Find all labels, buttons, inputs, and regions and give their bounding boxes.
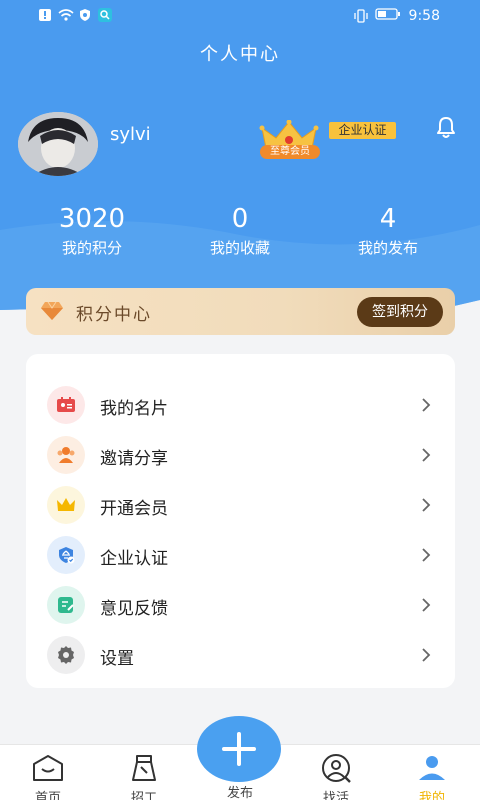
- username: sylvi: [110, 124, 151, 145]
- menu-item-settings[interactable]: 设置: [26, 630, 455, 680]
- enterprise-verify-icon: [47, 536, 85, 574]
- menu-card: 我的名片 邀请分享 开通会员 企业认证 意见反馈 设置: [26, 354, 455, 688]
- tab-label: 发布: [226, 786, 253, 800]
- find-job-icon: [322, 754, 351, 783]
- stat-posts[interactable]: 4 我的发布: [308, 205, 468, 258]
- menu-item-open-vip[interactable]: 开通会员: [26, 480, 455, 530]
- stat-value: 3020: [58, 204, 126, 234]
- chevron-right-icon: [421, 597, 431, 613]
- menu-item-business-card[interactable]: 我的名片: [26, 380, 455, 430]
- tab-label: 首页: [34, 791, 61, 800]
- tab-label: 我的: [418, 791, 445, 800]
- tab-recruit[interactable]: 招工: [114, 753, 174, 800]
- recruit-icon: [132, 755, 156, 781]
- chevron-right-icon: [421, 497, 431, 513]
- stat-value: 4: [379, 204, 397, 234]
- avatar[interactable]: [18, 112, 98, 176]
- gear-icon: [47, 636, 85, 674]
- plus-icon: [222, 732, 256, 766]
- diamond-icon: [40, 301, 64, 321]
- shield-icon: [78, 8, 92, 22]
- menu-item-invite-share[interactable]: 邀请分享: [26, 430, 455, 480]
- menu-item-label: 设置: [100, 649, 134, 669]
- tab-home[interactable]: 首页: [18, 753, 78, 800]
- points-center-title: 积分中心: [76, 305, 152, 325]
- stat-label: 我的收藏: [209, 239, 270, 257]
- vibrate-icon: [353, 9, 368, 23]
- business-card-icon: [47, 386, 85, 424]
- clock: 9:58: [408, 8, 440, 24]
- tab-find-job[interactable]: 找活: [306, 753, 366, 800]
- battery-icon: [374, 7, 401, 25]
- invite-users-icon: [47, 436, 85, 474]
- notification-icon: [38, 8, 52, 22]
- profile-icon: [419, 756, 445, 780]
- stat-points[interactable]: 3020 我的积分: [12, 205, 172, 258]
- status-bar: 9:58: [0, 0, 480, 30]
- chevron-right-icon: [421, 547, 431, 563]
- vip-label: 至尊会员: [260, 145, 320, 159]
- points-center-bar[interactable]: 积分中心 签到积分: [26, 288, 455, 335]
- page-title: 个人中心: [200, 44, 280, 65]
- search-app-icon: [98, 8, 112, 22]
- chevron-right-icon: [421, 447, 431, 463]
- tab-mine[interactable]: 我的: [402, 753, 462, 800]
- tab-label: 找活: [322, 791, 349, 800]
- crown-icon: [47, 486, 85, 524]
- home-icon: [33, 755, 63, 781]
- feedback-icon: [47, 586, 85, 624]
- wifi-icon: [58, 8, 74, 22]
- menu-item-label: 意见反馈: [100, 599, 168, 619]
- menu-item-enterprise-verify[interactable]: 企业认证: [26, 530, 455, 580]
- menu-item-label: 企业认证: [100, 549, 168, 569]
- menu-item-label: 我的名片: [100, 399, 168, 419]
- chevron-right-icon: [421, 397, 431, 413]
- enterprise-badge[interactable]: 企业认证: [329, 122, 396, 139]
- stat-label: 我的发布: [357, 239, 418, 257]
- stat-value: 0: [231, 204, 249, 234]
- sign-in-points-button[interactable]: 签到积分: [357, 297, 443, 327]
- stat-favorites[interactable]: 0 我的收藏: [160, 205, 320, 258]
- stat-label: 我的积分: [61, 239, 122, 257]
- menu-item-label: 开通会员: [100, 499, 168, 519]
- menu-item-feedback[interactable]: 意见反馈: [26, 580, 455, 630]
- chevron-right-icon: [421, 647, 431, 663]
- menu-item-label: 邀请分享: [100, 449, 168, 469]
- bell-icon[interactable]: [432, 113, 460, 141]
- publish-button[interactable]: [197, 716, 281, 782]
- tab-label: 招工: [130, 791, 157, 800]
